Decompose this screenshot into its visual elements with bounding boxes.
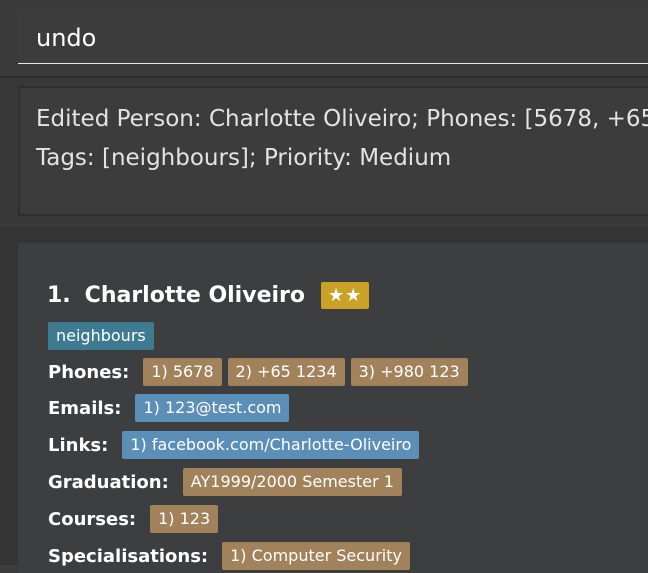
result-line-1: Edited Person: Charlotte Oliveiro; Phone… xyxy=(36,106,648,132)
graduation-chip: AY1999/2000 Semester 1 xyxy=(182,468,402,496)
card-index: 1. xyxy=(47,282,71,308)
result-display[interactable]: Edited Person: Charlotte Oliveiro; Phone… xyxy=(18,86,648,216)
course-chip: 1) 123 xyxy=(150,505,219,533)
command-input[interactable] xyxy=(18,12,648,64)
phone-chip: 2) +65 1234 xyxy=(227,358,345,386)
emails-row: Emails: 1) 123@test.com xyxy=(48,394,295,422)
graduation-row: Graduation: AY1999/2000 Semester 1 xyxy=(48,468,408,496)
emails-label: Emails: xyxy=(48,397,122,419)
courses-label: Courses: xyxy=(48,508,137,530)
graduation-label: Graduation: xyxy=(48,471,169,493)
result-line-2: Tags: [neighbours]; Priority: Medium xyxy=(36,145,452,171)
phones-row: Phones: 1) 5678 2) +65 1234 3) +980 123 xyxy=(48,358,474,386)
tag-row: neighbours xyxy=(48,322,154,350)
person-list-pane: 1. Charlotte Oliveiro ★★ neighbours Phon… xyxy=(0,226,648,573)
result-display-pane: Edited Person: Charlotte Oliveiro; Phone… xyxy=(0,78,648,224)
specialisations-row: Specialisations: 1) Computer Security xyxy=(48,542,416,570)
links-row: Links: 1) facebook.com/Charlotte-Oliveir… xyxy=(48,431,425,459)
person-card[interactable]: 1. Charlotte Oliveiro ★★ neighbours Phon… xyxy=(18,243,648,573)
tag-chip: neighbours xyxy=(48,322,154,350)
person-name: Charlotte Oliveiro xyxy=(84,282,305,308)
command-box-pane xyxy=(0,0,648,78)
priority-badge: ★★ xyxy=(321,281,370,309)
card-header: 1. Charlotte Oliveiro ★★ xyxy=(47,280,370,310)
link-chip: 1) facebook.com/Charlotte-Oliveiro xyxy=(122,431,420,459)
specialisations-label: Specialisations: xyxy=(48,545,209,567)
specialisation-chip: 1) Computer Security xyxy=(222,542,410,570)
links-label: Links: xyxy=(48,434,109,456)
phone-chip: 1) 5678 xyxy=(143,358,222,386)
courses-row: Courses: 1) 123 xyxy=(48,505,224,533)
email-chip: 1) 123@test.com xyxy=(135,394,290,422)
phone-chip: 3) +980 123 xyxy=(350,358,468,386)
phones-label: Phones: xyxy=(48,361,130,383)
